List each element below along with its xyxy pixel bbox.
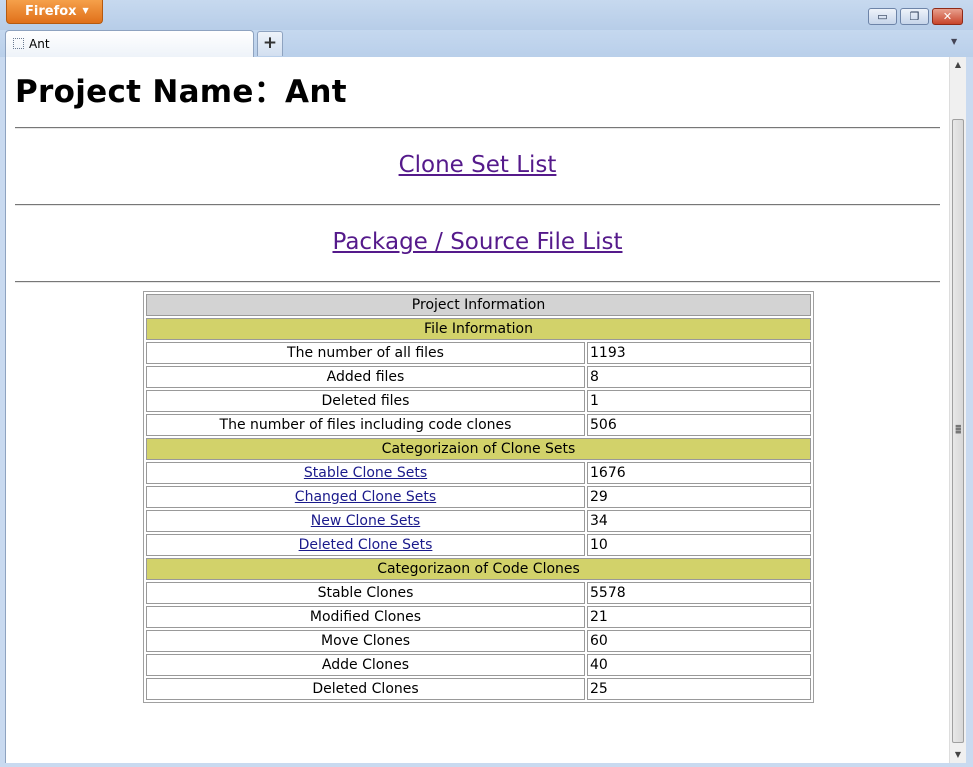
firefox-menu-label: Firefox	[25, 4, 77, 19]
row-value: 5578	[587, 582, 811, 604]
row-value: 8	[587, 366, 811, 388]
table-row: Changed Clone Sets 29	[146, 486, 811, 508]
table-row: Stable Clone Sets 1676	[146, 462, 811, 484]
close-button[interactable]: ✕	[932, 8, 963, 25]
window-titlebar: Firefox ▼ ▭ ❐ ✕	[0, 0, 973, 30]
stable-clone-sets-link[interactable]: Stable Clone Sets	[304, 465, 427, 481]
window-frame	[966, 57, 973, 767]
tab-list-chevron-icon[interactable]: ▼	[951, 37, 957, 46]
package-source-file-list-link[interactable]: Package / Source File List	[15, 229, 940, 255]
table-row: Deleted Clone Sets 10	[146, 534, 811, 556]
new-clone-sets-link[interactable]: New Clone Sets	[311, 513, 420, 529]
restore-icon: ❐	[909, 10, 920, 23]
page-favicon-icon	[13, 38, 24, 49]
table-row: Added files 8	[146, 366, 811, 388]
scroll-up-arrow-icon[interactable]: ▲	[950, 57, 966, 73]
row-value: 10	[587, 534, 811, 556]
divider	[15, 127, 940, 129]
row-label: Adde Clones	[146, 654, 585, 676]
project-information-table: Project Information File Information The…	[143, 291, 814, 703]
grip-icon: ▬ ▬ ▬	[955, 422, 962, 436]
page-viewport: Project Name：Ant Clone Set List Package …	[5, 57, 950, 763]
table-row: Move Clones 60	[146, 630, 811, 652]
row-label: Deleted Clones	[146, 678, 585, 700]
row-value: 25	[587, 678, 811, 700]
section-header-code-clones: Categorizaon of Code Clones	[146, 558, 811, 580]
window-frame	[0, 763, 973, 767]
section-header-clone-sets: Categorizaion of Clone Sets	[146, 438, 811, 460]
plus-icon: +	[262, 33, 278, 53]
row-label: Modified Clones	[146, 606, 585, 628]
scrollbar-thumb[interactable]: ▬ ▬ ▬	[952, 119, 964, 743]
new-tab-button[interactable]: +	[257, 31, 283, 56]
row-label: The number of all files	[146, 342, 585, 364]
minimize-icon: ▭	[877, 10, 888, 23]
row-value: 1193	[587, 342, 811, 364]
row-value: 21	[587, 606, 811, 628]
row-value: 40	[587, 654, 811, 676]
table-header: Project Information	[146, 294, 811, 316]
row-label: Stable Clones	[146, 582, 585, 604]
row-label-cell: Changed Clone Sets	[146, 486, 585, 508]
table-row: The number of files including code clone…	[146, 414, 811, 436]
row-value: 34	[587, 510, 811, 532]
table-row: Adde Clones 40	[146, 654, 811, 676]
row-value: 506	[587, 414, 811, 436]
row-label-cell: Stable Clone Sets	[146, 462, 585, 484]
row-label: Move Clones	[146, 630, 585, 652]
changed-clone-sets-link[interactable]: Changed Clone Sets	[295, 489, 436, 505]
row-label: Deleted files	[146, 390, 585, 412]
row-value: 60	[587, 630, 811, 652]
chevron-down-icon: ▼	[82, 6, 89, 15]
tab-ant[interactable]: Ant	[5, 30, 254, 57]
tab-title: Ant	[29, 37, 50, 51]
section-header-file-information: File Information	[146, 318, 811, 340]
table-row: Deleted files 1	[146, 390, 811, 412]
row-value: 1	[587, 390, 811, 412]
close-icon: ✕	[942, 10, 953, 23]
vertical-scrollbar[interactable]: ▲ ▬ ▬ ▬ ▼	[949, 57, 966, 763]
divider	[15, 204, 940, 206]
table-row: Stable Clones 5578	[146, 582, 811, 604]
scroll-down-arrow-icon[interactable]: ▼	[950, 747, 966, 763]
clone-set-list-link[interactable]: Clone Set List	[15, 152, 940, 178]
firefox-menu-button[interactable]: Firefox ▼	[6, 0, 103, 24]
row-label: Added files	[146, 366, 585, 388]
divider	[15, 281, 940, 283]
minimize-button[interactable]: ▭	[868, 8, 897, 25]
tab-strip: Ant + ▼	[0, 30, 973, 57]
row-value: 1676	[587, 462, 811, 484]
deleted-clone-sets-link[interactable]: Deleted Clone Sets	[299, 537, 433, 553]
row-label-cell: Deleted Clone Sets	[146, 534, 585, 556]
row-label-cell: New Clone Sets	[146, 510, 585, 532]
restore-button[interactable]: ❐	[900, 8, 929, 25]
row-value: 29	[587, 486, 811, 508]
page-title: Project Name：Ant	[15, 74, 347, 110]
row-label: The number of files including code clone…	[146, 414, 585, 436]
table-row: New Clone Sets 34	[146, 510, 811, 532]
table-row: The number of all files 1193	[146, 342, 811, 364]
table-row: Deleted Clones 25	[146, 678, 811, 700]
table-row: Modified Clones 21	[146, 606, 811, 628]
